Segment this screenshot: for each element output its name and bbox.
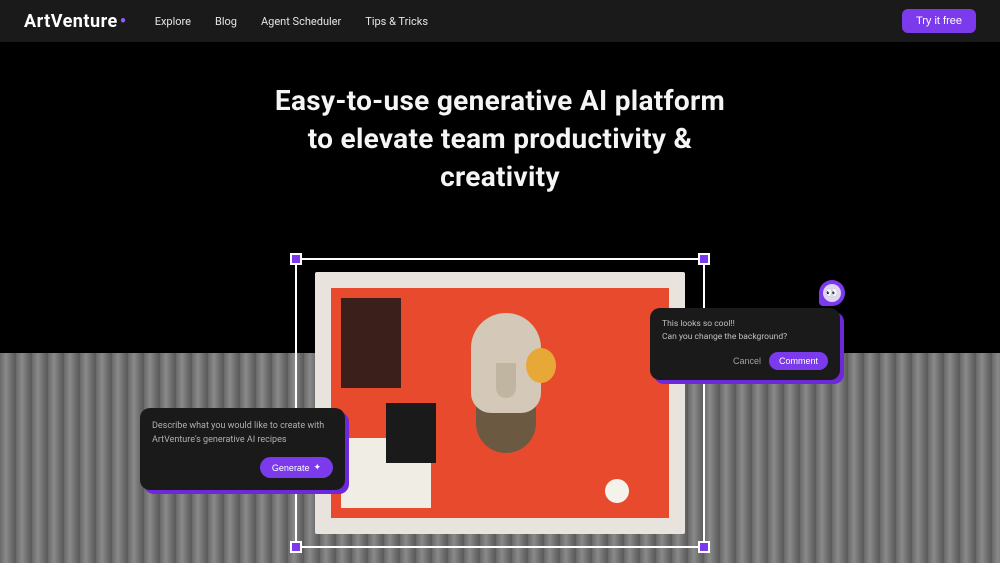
logo[interactable]: ArtVenture: [24, 11, 127, 32]
resize-handle-top-right[interactable]: [698, 253, 710, 265]
avatar-badge[interactable]: 👀: [819, 280, 845, 306]
comment-line2: Can you change the background?: [662, 332, 787, 342]
resize-handle-top-left[interactable]: [290, 253, 302, 265]
hero-section: Easy-to-use generative AI platform to el…: [0, 42, 1000, 195]
artwork-image: [331, 288, 669, 518]
prompt-placeholder-text[interactable]: Describe what you would like to create w…: [152, 420, 333, 447]
logo-text: ArtVenture: [24, 11, 118, 32]
comment-actions: Cancel Comment: [662, 352, 828, 370]
comment-line1: This looks so cool!!: [662, 319, 735, 329]
hero-title: Easy-to-use generative AI platform to el…: [20, 82, 980, 195]
nav-link-agent-scheduler[interactable]: Agent Scheduler: [261, 15, 341, 28]
hero-title-line1: Easy-to-use generative AI platform: [275, 84, 725, 117]
hero-title-line3: creativity: [440, 160, 560, 193]
nav-link-tips-tricks[interactable]: Tips & Tricks: [365, 15, 428, 28]
hero-title-line2: to elevate team productivity &: [308, 122, 693, 155]
art-shape: [526, 348, 556, 383]
try-free-button[interactable]: Try it free: [902, 9, 976, 33]
nav-link-blog[interactable]: Blog: [215, 15, 237, 28]
nav-links: Explore Blog Agent Scheduler Tips & Tric…: [155, 15, 428, 28]
art-shape: [496, 363, 516, 398]
selection-frame[interactable]: [295, 258, 705, 548]
nav-link-explore[interactable]: Explore: [155, 15, 191, 28]
comment-button[interactable]: Comment: [769, 352, 828, 370]
art-shape: [386, 403, 436, 463]
comment-card: 👀 This looks so cool!! Can you change th…: [650, 308, 840, 380]
artwork-frame: [315, 272, 685, 534]
generate-button[interactable]: Generate ✦: [260, 457, 333, 478]
nav-left: ArtVenture Explore Blog Agent Scheduler …: [24, 11, 428, 32]
resize-handle-bottom-right[interactable]: [698, 541, 710, 553]
avatar-emoji-icon: 👀: [823, 284, 841, 302]
generate-button-label: Generate: [272, 463, 310, 473]
art-shape: [341, 298, 401, 388]
canvas-area: Describe what you would like to create w…: [295, 258, 705, 548]
resize-handle-bottom-left[interactable]: [290, 541, 302, 553]
comment-text: This looks so cool!! Can you change the …: [662, 318, 828, 344]
prompt-card: Describe what you would like to create w…: [140, 408, 345, 490]
sparkle-icon: ✦: [313, 462, 321, 473]
cancel-button[interactable]: Cancel: [733, 356, 761, 366]
art-head: [451, 313, 561, 463]
logo-dot-icon: [118, 11, 127, 32]
art-shape: [605, 479, 629, 503]
navbar: ArtVenture Explore Blog Agent Scheduler …: [0, 0, 1000, 42]
